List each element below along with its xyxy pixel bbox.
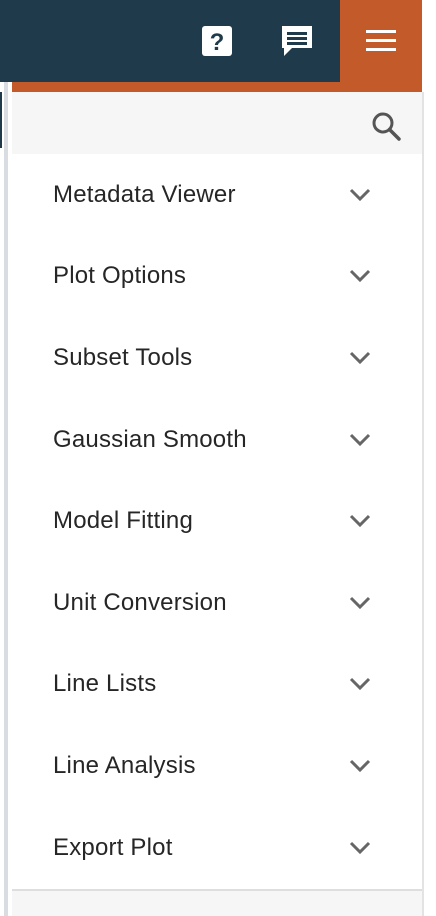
plugin-item-model-fitting[interactable]: Model Fitting — [12, 480, 422, 562]
plugin-item-gaussian-smooth[interactable]: Gaussian Smooth — [12, 399, 422, 481]
plugin-label: Gaussian Smooth — [53, 425, 247, 453]
plugin-list: Metadata Viewer Plot Options Subset Tool… — [12, 154, 422, 888]
help-glyph: ? — [210, 29, 225, 56]
top-toolbar: ? — [0, 0, 340, 82]
chevron-down-icon[interactable] — [346, 589, 374, 617]
plugin-tray: Metadata Viewer Plot Options Subset Tool… — [12, 92, 424, 916]
chevron-down-icon[interactable] — [346, 181, 374, 209]
plugin-label: Model Fitting — [53, 507, 193, 535]
plugin-label: Metadata Viewer — [53, 180, 236, 208]
plugin-label: Unit Conversion — [53, 588, 227, 616]
chevron-down-icon[interactable] — [346, 670, 374, 698]
chevron-down-icon[interactable] — [346, 262, 374, 290]
chevron-down-icon[interactable] — [346, 752, 374, 780]
plugin-item-plot-options[interactable]: Plot Options — [12, 236, 422, 318]
comment-icon — [282, 26, 312, 56]
plugin-label: Export Plot — [53, 833, 173, 861]
feedback-button[interactable] — [280, 24, 314, 58]
plugin-item-metadata-viewer[interactable]: Metadata Viewer — [12, 154, 422, 236]
help-button[interactable]: ? — [200, 24, 234, 58]
app-window: ? Metadata Viewer Plot Options Subset To… — [0, 0, 436, 916]
plugin-item-subset-tools[interactable]: Subset Tools — [12, 317, 422, 399]
tray-accent-bar — [12, 82, 422, 92]
chevron-down-icon[interactable] — [346, 426, 374, 454]
tray-search-row — [12, 92, 422, 154]
plugin-label: Subset Tools — [53, 343, 193, 371]
tray-footer — [12, 891, 422, 916]
plugin-item-line-analysis[interactable]: Line Analysis — [12, 725, 422, 807]
plugin-item-unit-conversion[interactable]: Unit Conversion — [12, 562, 422, 644]
chevron-down-icon[interactable] — [346, 344, 374, 372]
plugin-label: Line Analysis — [53, 751, 196, 779]
hamburger-menu-icon — [366, 30, 396, 51]
plugin-label: Line Lists — [53, 670, 157, 698]
gutter-divider[interactable] — [4, 82, 8, 916]
search-button[interactable] — [368, 108, 404, 144]
help-box-icon: ? — [202, 26, 232, 56]
gutter-tick — [0, 92, 2, 148]
chevron-down-icon[interactable] — [346, 834, 374, 862]
plugin-tray-toggle[interactable] — [340, 0, 422, 92]
chevron-down-icon[interactable] — [346, 507, 374, 535]
plugin-item-line-lists[interactable]: Line Lists — [12, 644, 422, 726]
plugin-item-export-plot[interactable]: Export Plot — [12, 807, 422, 889]
plugin-label: Plot Options — [53, 262, 187, 290]
magnifier-icon — [372, 112, 401, 141]
